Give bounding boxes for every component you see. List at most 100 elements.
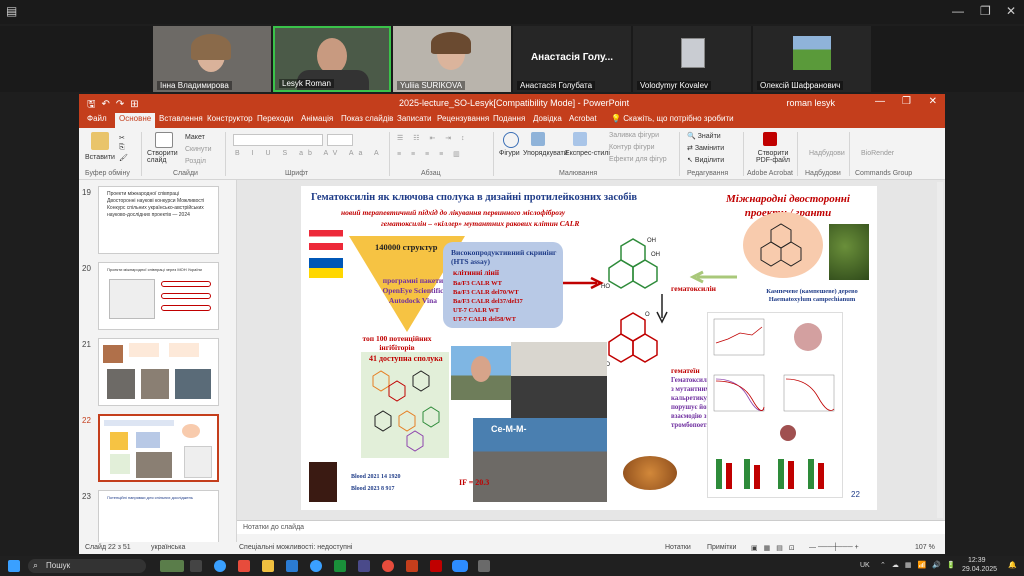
participant-tile-active[interactable]: Lesyk Roman — [273, 26, 391, 92]
task-view-icon[interactable] — [190, 560, 202, 572]
clock-time[interactable]: 12:39 — [968, 557, 986, 564]
comments-toggle[interactable]: Примітки — [707, 544, 736, 551]
widget-icon[interactable] — [160, 560, 184, 572]
font-format-buttons[interactable]: B I U S ab AV Aa A — [235, 150, 384, 157]
paste-button[interactable]: Вставити — [85, 154, 115, 161]
biorender-button[interactable]: BioRender — [861, 150, 894, 157]
file-explorer-icon[interactable] — [262, 560, 274, 572]
start-icon[interactable] — [8, 560, 20, 572]
restore-icon[interactable]: ❐ — [902, 96, 911, 107]
accessibility-status[interactable]: Спеціальні можливості: недоступні — [239, 544, 352, 551]
notes-pane[interactable]: Нотатки до слайда — [237, 520, 945, 534]
cut-icon[interactable]: ✂ — [119, 134, 125, 142]
language-indicator[interactable]: українська — [151, 544, 185, 551]
replace-button[interactable]: ⇄ Замінити — [687, 144, 724, 152]
outlook-icon[interactable] — [286, 560, 298, 572]
format-painter-icon[interactable]: 🖌 — [119, 154, 128, 162]
notifications-icon[interactable]: 🔔 — [1008, 561, 1017, 569]
select-button[interactable]: ↖ Виділити — [687, 156, 724, 164]
acrobat-taskbar-icon[interactable] — [430, 560, 442, 572]
word-icon[interactable] — [358, 560, 370, 572]
tab-acrobat[interactable]: Acrobat — [569, 114, 597, 123]
store-icon[interactable] — [334, 560, 346, 572]
vertical-scrollbar[interactable] — [937, 182, 943, 518]
copy-icon[interactable]: ⎘ — [119, 144, 125, 152]
taskbar-search[interactable]: ⌕ Пошук — [28, 559, 146, 573]
create-pdf-button[interactable]: Створити PDF-файл — [751, 150, 795, 164]
view-buttons[interactable]: ▣▦▤⊡ — [751, 544, 801, 552]
close-icon[interactable]: ✕ — [1006, 4, 1016, 18]
quick-styles-icon[interactable] — [573, 132, 587, 146]
slide-thumbnail[interactable]: Потенційні напрямки для спільних дослідж… — [98, 490, 219, 542]
font-size-select[interactable] — [327, 134, 353, 146]
zoom-taskbar-icon[interactable] — [452, 560, 468, 572]
layout-button[interactable]: Макет — [185, 134, 205, 141]
addins-button[interactable]: Надбудови — [809, 150, 845, 157]
pdf-icon[interactable] — [763, 132, 777, 146]
zoom-background-left — [0, 94, 79, 556]
shape-outline-button[interactable]: Контур фігури — [609, 144, 654, 151]
paragraph-align-buttons[interactable]: ≡ ≡ ≡ ≡ ▥ — [397, 150, 464, 158]
font-name-select[interactable] — [233, 134, 323, 146]
slide-editing-area[interactable]: Гематоксилін як ключова сполука в дизайн… — [237, 180, 945, 520]
find-button[interactable]: 🔍 Знайти — [687, 132, 721, 140]
zoom-level[interactable]: 107 % — [915, 544, 935, 551]
paragraph-list-buttons[interactable]: ☰ ☷ ⇤ ⇥ ↕ — [397, 134, 469, 142]
notes-toggle[interactable]: Нотатки — [665, 544, 691, 551]
powerpoint-taskbar-icon[interactable] — [406, 560, 418, 572]
new-slide-button[interactable]: Створити слайд — [147, 150, 181, 164]
slide-thumbnail-pane[interactable]: 19 Проекти міжнародної співпраці Двостор… — [79, 180, 237, 542]
ribbon-search[interactable]: 💡 Скажіть, що потрібно зробити — [611, 114, 734, 123]
minimize-icon[interactable]: — — [875, 96, 885, 107]
tab-record[interactable]: Записати — [397, 114, 432, 123]
slide-thumbnail[interactable] — [98, 338, 219, 406]
tab-review[interactable]: Рецензування — [437, 114, 489, 123]
app-icon[interactable] — [478, 560, 490, 572]
slide-thumbnail[interactable]: Проекти міжнародної співпраці через МОН … — [98, 262, 219, 330]
tab-slideshow[interactable]: Показ слайдів — [341, 114, 393, 123]
tab-transitions[interactable]: Переходи — [257, 114, 293, 123]
browser-icon[interactable] — [310, 560, 322, 572]
language-indicator[interactable]: UK — [860, 562, 870, 569]
tab-home[interactable]: Основне — [115, 113, 156, 128]
tab-view[interactable]: Подання — [493, 114, 525, 123]
arrange-button[interactable]: Упорядкувати — [523, 150, 568, 157]
reset-button[interactable]: Скинути — [185, 146, 212, 153]
tab-insert[interactable]: Вставлення — [159, 114, 203, 123]
arrange-icon[interactable] — [531, 132, 545, 146]
participant-tile[interactable]: Олексій Шафранович — [753, 26, 871, 92]
view-toggle-icon[interactable]: ▤ — [6, 4, 17, 18]
ribbon-separator — [389, 132, 390, 176]
shape-fill-button[interactable]: Заливка фігури — [609, 132, 659, 139]
participant-tile[interactable]: Yuliia SURIKOVA — [393, 26, 511, 92]
participant-tile[interactable]: Інна Владимирова — [153, 26, 271, 92]
chrome-icon[interactable] — [382, 560, 394, 572]
paste-icon[interactable] — [91, 132, 109, 150]
minimize-icon[interactable]: — — [952, 4, 964, 18]
tab-file[interactable]: Файл — [87, 114, 107, 123]
thumb-number: 20 — [82, 264, 91, 273]
tab-help[interactable]: Довідка — [533, 114, 562, 123]
current-slide[interactable]: Гематоксилін як ключова сполука в дизайн… — [301, 186, 877, 510]
clock-date[interactable]: 29.04.2025 — [962, 566, 997, 573]
participant-tile[interactable]: Анастасія Голу... Анастасія Голубата — [513, 26, 631, 92]
slide-counter: Слайд 22 з 51 — [85, 544, 131, 551]
restore-icon[interactable]: ❐ — [980, 4, 991, 18]
user-name[interactable]: roman lesyk — [786, 98, 835, 108]
zoom-slider[interactable]: — ───┼─── + — [809, 544, 859, 551]
quick-styles-button[interactable]: Експрес-стилі — [565, 150, 610, 157]
close-icon[interactable]: ✕ — [929, 96, 937, 107]
participant-tile[interactable]: Volodymyr Kovalev — [633, 26, 751, 92]
tab-design[interactable]: Конструктор — [207, 114, 253, 123]
shapes-icon[interactable] — [503, 132, 519, 148]
shapes-button[interactable]: Фігури — [499, 150, 520, 157]
new-slide-icon[interactable] — [155, 132, 173, 148]
edge-icon[interactable] — [214, 560, 226, 572]
slide-thumbnail-selected[interactable] — [98, 414, 219, 482]
copilot-icon[interactable] — [238, 560, 250, 572]
slide-thumbnail[interactable]: Проекти міжнародної співпраці Двосторонн… — [98, 186, 219, 254]
section-button[interactable]: Розділ — [185, 158, 206, 165]
system-tray-icons[interactable]: ⌃☁▦📶🔊🔋 — [880, 561, 962, 569]
tab-animations[interactable]: Анімація — [301, 114, 333, 123]
shape-effects-button[interactable]: Ефекти для фігур — [609, 156, 667, 163]
